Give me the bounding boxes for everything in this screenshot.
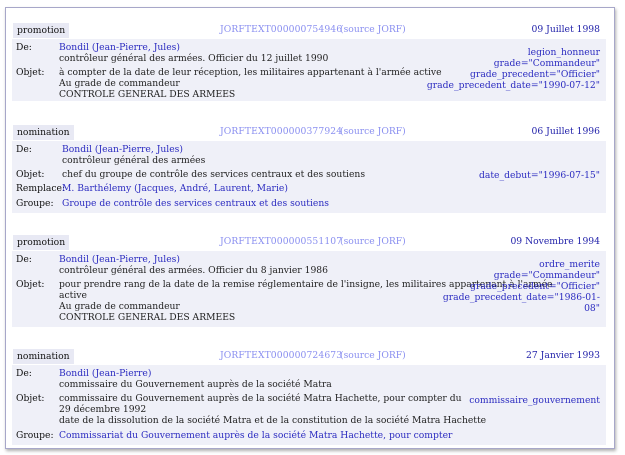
objet-label: Objet: bbox=[16, 279, 45, 290]
objet-line: chef du groupe de contrôle des services … bbox=[62, 169, 366, 180]
record-tags: date_debut="1996-07-15" bbox=[479, 170, 600, 181]
tag: grade="Commandeur" bbox=[493, 58, 600, 69]
remplace-link[interactable]: M. Barthélemy (Jacques, André, Laurent, … bbox=[62, 183, 288, 194]
remplace-label: Remplace: bbox=[16, 183, 66, 194]
de-label: De: bbox=[16, 368, 32, 379]
groupe-label: Groupe: bbox=[16, 430, 54, 441]
objet-line: date de la dissolution de la société Mat… bbox=[59, 415, 487, 426]
de-description: contrôleur général des armées. Officier … bbox=[59, 53, 329, 64]
record-tags: commissaire_gouvernement bbox=[469, 395, 600, 406]
tag: legion_honneur bbox=[527, 47, 600, 58]
objet-line: active bbox=[59, 290, 87, 301]
objet-line: Au grade de commandeur bbox=[59, 78, 180, 89]
de-label: De: bbox=[16, 144, 32, 155]
tag: grade_precedent_date="1990-07-12" bbox=[426, 80, 600, 91]
record-type: nomination bbox=[13, 349, 74, 364]
record-body: De: Bondil (Jean-Pierre) commissaire du … bbox=[12, 365, 606, 445]
tag: date_debut="1996-07-15" bbox=[478, 170, 600, 181]
tag: grade_precedent="Officier" bbox=[470, 69, 600, 80]
record-source-link[interactable]: (source JORF) bbox=[340, 126, 406, 137]
record-body: De: Bondil (Jean-Pierre, Jules) contrôle… bbox=[12, 141, 606, 213]
record-ref-link[interactable]: JORFTEXT000000724673 bbox=[220, 350, 342, 361]
record-type: promotion bbox=[13, 235, 70, 250]
groupe-label: Groupe: bbox=[16, 198, 54, 209]
objet-label: Objet: bbox=[16, 67, 45, 78]
objet-label: Objet: bbox=[16, 169, 45, 180]
record-type: promotion bbox=[13, 23, 70, 38]
objet-line: à compter de la date de leur réception, … bbox=[59, 67, 442, 78]
record-header: nomination JORFTEXT000000377924 (source … bbox=[6, 124, 606, 140]
record-type: nomination bbox=[13, 125, 74, 140]
de-description: contrôleur général des armées bbox=[62, 155, 206, 166]
tag: 08" bbox=[584, 303, 600, 314]
record-source-link[interactable]: (source JORF) bbox=[340, 24, 406, 35]
record-date: 09 Juillet 1998 bbox=[531, 24, 600, 35]
record-tags: legion_honneur grade="Commandeur" grade_… bbox=[427, 47, 600, 91]
record-2: nomination JORFTEXT000000377924 (source … bbox=[6, 124, 606, 213]
objet-line: CONTROLE GENERAL DES ARMEES bbox=[59, 312, 236, 323]
tag: grade_precedent_date="1986-01- bbox=[442, 292, 600, 303]
objet-line: Au grade de commandeur bbox=[59, 301, 180, 312]
de-description: contrôleur général des armées. Officier … bbox=[59, 265, 328, 276]
objet-label: Objet: bbox=[16, 393, 45, 404]
record-body: De: Bondil (Jean-Pierre, Jules) contrôle… bbox=[12, 39, 606, 101]
record-source-link[interactable]: (source JORF) bbox=[340, 350, 406, 361]
record-body: De: Bondil (Jean-Pierre, Jules) contrôle… bbox=[12, 251, 606, 327]
groupe-link[interactable]: Groupe de contrôle des services centraux… bbox=[62, 198, 329, 209]
objet-line: commissaire du Gouvernement auprès de la… bbox=[59, 393, 462, 404]
record-date: 27 Janvier 1993 bbox=[526, 350, 600, 361]
tag: ordre_merite bbox=[539, 259, 600, 270]
tag: grade="Commandeur" bbox=[493, 270, 600, 281]
de-name-link[interactable]: Bondil (Jean-Pierre, Jules) bbox=[59, 42, 180, 53]
record-source-link[interactable]: (source JORF) bbox=[340, 236, 406, 247]
record-date: 06 Juillet 1996 bbox=[531, 126, 600, 137]
de-label: De: bbox=[16, 42, 32, 53]
objet-line: 29 décembre 1992 bbox=[59, 404, 147, 415]
de-label: De: bbox=[16, 254, 32, 265]
record-header: promotion JORFTEXT000000551107 (source J… bbox=[6, 234, 606, 250]
tag: commissaire_gouvernement bbox=[469, 395, 600, 406]
de-name-link[interactable]: Bondil (Jean-Pierre) bbox=[59, 368, 151, 379]
results-frame: promotion JORFTEXT000000754946 (source J… bbox=[5, 7, 615, 449]
de-description: commissaire du Gouvernement auprès de la… bbox=[59, 379, 332, 390]
record-header: promotion JORFTEXT000000754946 (source J… bbox=[6, 22, 606, 38]
record-ref-link[interactable]: JORFTEXT000000754946 bbox=[220, 24, 342, 35]
record-3: promotion JORFTEXT000000551107 (source J… bbox=[6, 234, 606, 327]
tag: grade_precedent="Officier" bbox=[470, 281, 600, 292]
record-tags: ordre_merite grade="Commandeur" grade_pr… bbox=[443, 259, 600, 314]
record-1: promotion JORFTEXT000000754946 (source J… bbox=[6, 22, 606, 101]
groupe-link[interactable]: Commissariat du Gouvernement auprès de l… bbox=[59, 430, 452, 441]
objet-line: CONTROLE GENERAL DES ARMEES bbox=[59, 89, 236, 100]
record-date: 09 Novembre 1994 bbox=[510, 236, 600, 247]
record-ref-link[interactable]: JORFTEXT000000551107 bbox=[220, 236, 342, 247]
record-ref-link[interactable]: JORFTEXT000000377924 bbox=[220, 126, 342, 137]
de-name-link[interactable]: Bondil (Jean-Pierre, Jules) bbox=[62, 144, 183, 155]
record-header: nomination JORFTEXT000000724673 (source … bbox=[6, 348, 606, 364]
de-name-link[interactable]: Bondil (Jean-Pierre, Jules) bbox=[59, 254, 180, 265]
record-4: nomination JORFTEXT000000724673 (source … bbox=[6, 348, 606, 445]
